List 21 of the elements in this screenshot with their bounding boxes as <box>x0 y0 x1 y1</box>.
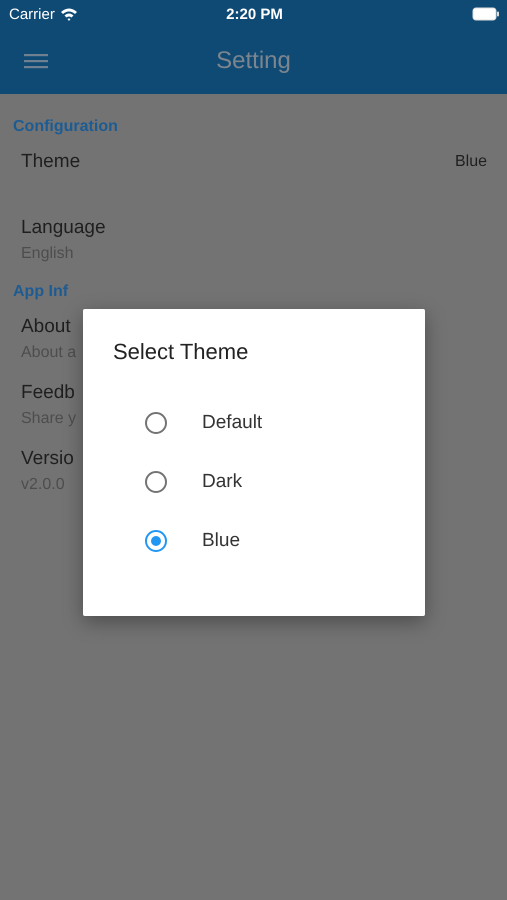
carrier-name: Carrier <box>9 6 55 22</box>
wifi-icon <box>60 7 78 21</box>
option-label[interactable]: Dark <box>202 470 242 492</box>
clock-time: 2:20 PM <box>226 6 283 22</box>
radio-button[interactable] <box>145 470 167 492</box>
setting-title: Versio <box>21 448 74 470</box>
dialog-title: Select Theme <box>113 339 248 365</box>
page-title: Setting <box>216 47 291 75</box>
menu-icon[interactable] <box>24 52 48 70</box>
radio-button[interactable] <box>145 412 167 434</box>
option-label[interactable]: Blue <box>202 530 240 552</box>
setting-title: About <box>21 316 71 338</box>
setting-title: Language <box>21 217 106 239</box>
setting-value: Blue <box>454 152 487 172</box>
setting-title: Theme <box>21 151 80 173</box>
section-title: App Inf <box>12 283 68 302</box>
option-label[interactable]: Default <box>202 412 262 434</box>
radio-button[interactable] <box>145 530 167 552</box>
setting-title: Feedb <box>21 382 75 404</box>
battery-icon <box>472 7 500 21</box>
section-title: Configuration <box>12 118 118 137</box>
